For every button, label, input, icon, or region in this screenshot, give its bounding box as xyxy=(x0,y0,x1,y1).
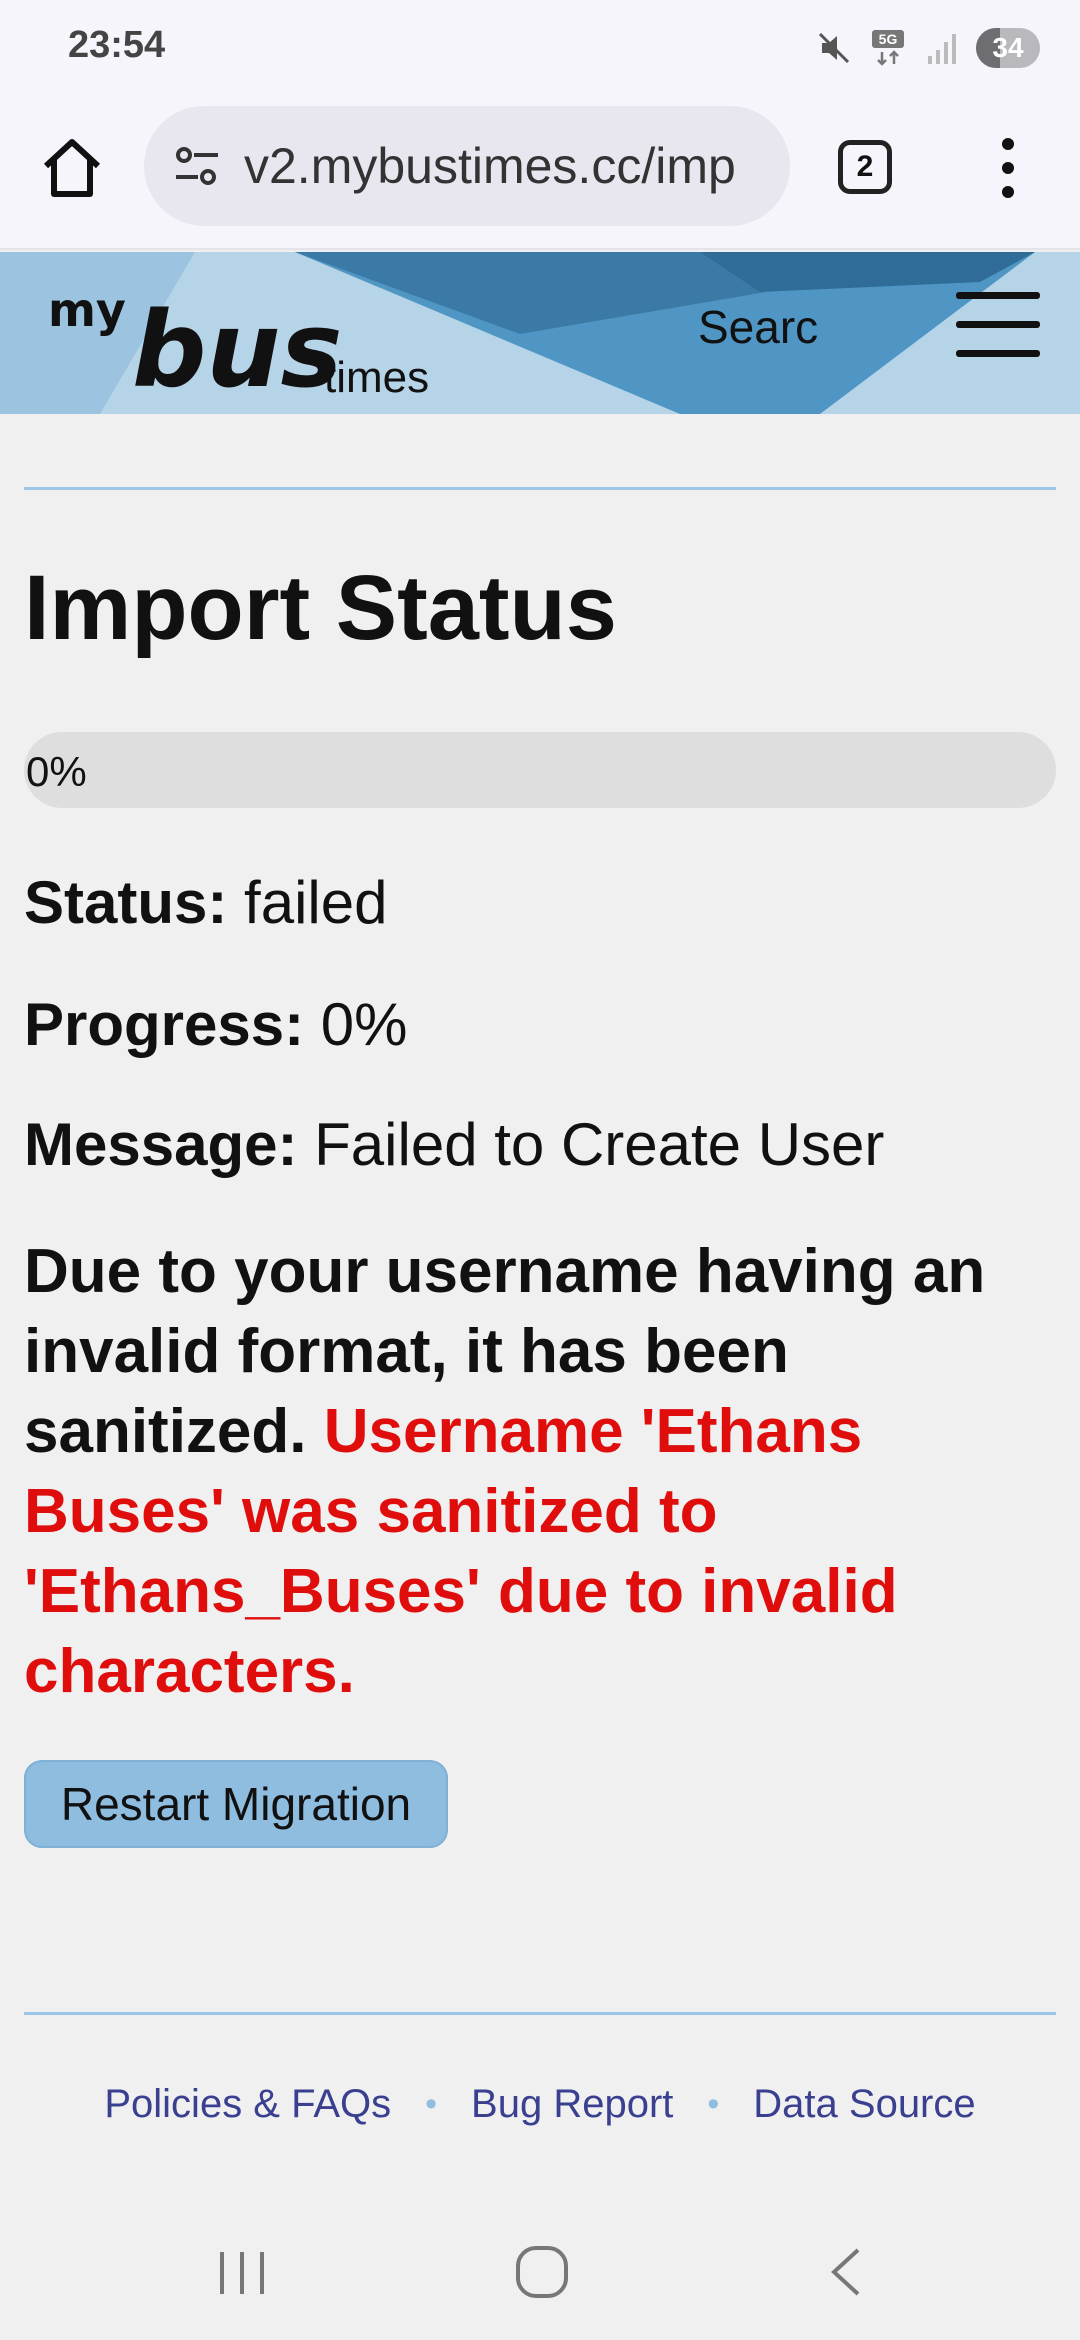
svg-text:my: my xyxy=(48,283,126,337)
progress-line: Progress: 0% xyxy=(24,990,408,1059)
footer-separator: • xyxy=(425,2085,438,2123)
svg-text:bus: bus xyxy=(132,289,342,404)
status-icons: 5G 34 xyxy=(814,22,1040,74)
header-search[interactable]: Searc xyxy=(698,300,818,354)
back-icon[interactable] xyxy=(822,2242,870,2302)
progress-bar-label: 0% xyxy=(26,748,87,795)
restart-migration-button[interactable]: Restart Migration xyxy=(24,1760,448,1848)
data-source-link[interactable]: Data Source xyxy=(753,2082,975,2127)
battery-level: 34 xyxy=(992,32,1024,63)
footer-links: Policies & FAQs • Bug Report • Data Sour… xyxy=(0,2082,1080,2127)
home-nav-icon[interactable] xyxy=(512,2242,572,2302)
5g-signal-icon: 5G xyxy=(872,30,904,66)
sanitize-notice: Due to your username having an invalid f… xyxy=(24,1232,1054,1712)
status-value: failed xyxy=(244,869,388,936)
bug-report-link[interactable]: Bug Report xyxy=(471,2082,673,2127)
browser-toolbar: v2.mybustimes.cc/imp 2 xyxy=(0,96,1080,250)
mybustimes-logo[interactable]: my bus times xyxy=(46,274,466,404)
cell-signal-icon xyxy=(928,34,956,64)
status-label: Status: xyxy=(24,869,228,936)
status-line: Status: failed xyxy=(24,868,387,937)
status-bar: 23:54 5G 34 xyxy=(0,0,1080,96)
progress-value: 0% xyxy=(320,991,408,1058)
recent-apps-icon[interactable] xyxy=(212,2244,272,2300)
mute-icon xyxy=(818,32,850,64)
svg-text:times: times xyxy=(324,353,429,402)
message-label: Message: xyxy=(24,1111,298,1178)
clock: 23:54 xyxy=(68,24,166,66)
url-text[interactable]: v2.mybustimes.cc/imp xyxy=(244,137,736,195)
address-bar[interactable]: v2.mybustimes.cc/imp xyxy=(144,106,790,226)
tab-count: 2 xyxy=(856,150,874,183)
divider-top xyxy=(24,487,1056,490)
message-line: Message: Failed to Create User xyxy=(24,1110,884,1179)
site-header: my bus times Searc xyxy=(0,252,1080,414)
home-icon[interactable] xyxy=(36,132,108,204)
policies-faqs-link[interactable]: Policies & FAQs xyxy=(104,2082,391,2127)
svg-text:5G: 5G xyxy=(879,31,898,47)
more-vert-icon[interactable] xyxy=(990,136,1026,200)
divider-bottom xyxy=(24,2012,1056,2015)
tabs-icon[interactable]: 2 xyxy=(838,140,892,194)
progress-bar: 0% xyxy=(24,732,1056,808)
progress-label: Progress: xyxy=(24,991,305,1058)
page-title: Import Status xyxy=(24,557,617,659)
message-value: Failed to Create User xyxy=(314,1111,885,1178)
footer-separator: • xyxy=(707,2085,720,2123)
battery-icon: 34 xyxy=(976,28,1040,68)
system-nav-bar xyxy=(0,2200,1080,2340)
hamburger-icon[interactable] xyxy=(956,292,1040,372)
site-settings-icon[interactable] xyxy=(172,141,222,191)
